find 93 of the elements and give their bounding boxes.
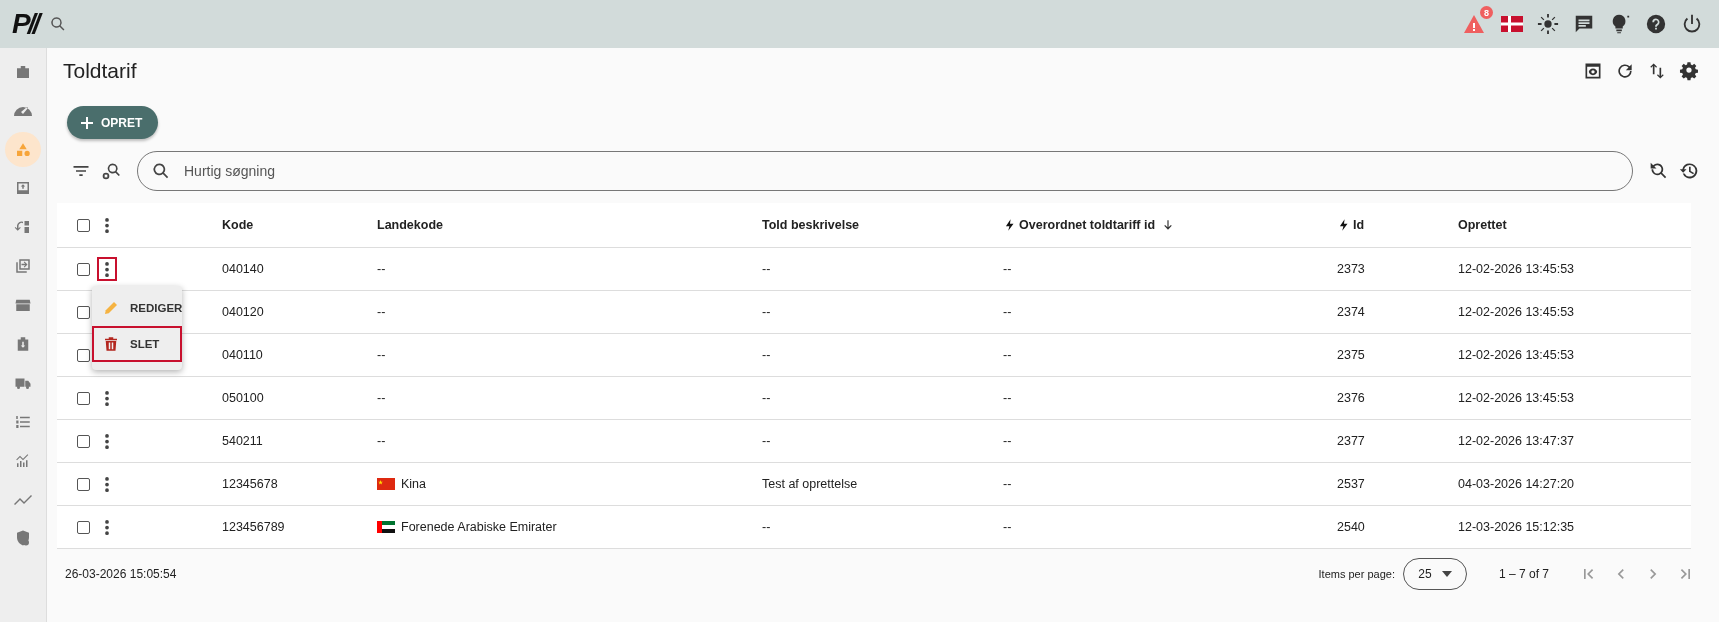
more-icon — [105, 476, 109, 492]
table-cell: Forenede Arabiske Emirater — [401, 520, 557, 534]
trash-icon — [102, 335, 120, 353]
table-cell-text: 540211 — [222, 434, 264, 448]
search-icon — [151, 161, 171, 181]
table-cell: -- — [377, 348, 386, 362]
table-cell-text: 12-03-2026 15:12:35 — [1458, 520, 1576, 534]
table-cell-text: -- — [1003, 434, 1013, 448]
history-icon[interactable] — [1679, 161, 1699, 181]
search-refresh-icon[interactable] — [1649, 161, 1669, 181]
table-cell-text: 2537 — [1337, 477, 1366, 491]
table-cell-text: 12345678 — [222, 477, 279, 491]
flag-icon[interactable] — [1501, 16, 1523, 32]
pencil-icon — [102, 299, 120, 317]
table-cell-text: -- — [762, 434, 772, 448]
table-cell-text: 04-03-2026 14:27:20 — [1458, 477, 1576, 491]
checkbox[interactable] — [77, 434, 90, 448]
table-cell-text: 2373 — [1337, 262, 1366, 276]
table-cell-text: 2376 — [1337, 391, 1366, 405]
table-cell-text: 2374 — [1337, 305, 1366, 319]
page-range: 1 – 7 of 7 — [1498, 567, 1549, 581]
table-cell-text: 040110 — [222, 348, 264, 362]
menu-item[interactable]: REDIGER — [92, 290, 182, 326]
table-cell: -- — [377, 262, 386, 276]
refresh-icon[interactable] — [1615, 61, 1635, 81]
table-cell-text: -- — [762, 262, 772, 276]
sidebar-icon — [14, 529, 32, 548]
clear-search-icon[interactable] — [101, 161, 121, 181]
flag-icon — [377, 478, 395, 490]
table-cell-text: -- — [1003, 477, 1013, 491]
more-icon — [105, 390, 109, 406]
checkbox[interactable] — [77, 218, 90, 232]
table-cell-text: 12-02-2026 13:45:53 — [1458, 305, 1576, 319]
search-field[interactable]: Hurtig søgning — [137, 151, 1633, 191]
table-cell-text: 2377 — [1337, 434, 1366, 448]
table-cell-text: -- — [762, 391, 772, 405]
plus-icon — [81, 116, 93, 129]
table-cell-text: 12-02-2026 13:45:53 — [1458, 391, 1576, 405]
table-cell-text: 12-02-2026 13:47:37 — [1458, 434, 1576, 448]
sidebar-icon — [14, 257, 32, 276]
more-icon — [105, 433, 109, 449]
table-cell-text: 123456789 — [222, 520, 286, 534]
more-icon — [105, 519, 109, 535]
sun-icon[interactable] — [1537, 13, 1559, 35]
timestamp: 26-03-2026 15:05:54 — [65, 567, 177, 581]
page-title: Toldtarif — [63, 59, 137, 83]
table-cell-text: -- — [762, 305, 772, 319]
items-per-page-label: Items per page: — [1318, 568, 1395, 580]
checkbox[interactable] — [77, 477, 90, 491]
row-menu-button[interactable] — [97, 257, 117, 281]
flag-icon — [377, 521, 395, 533]
table-cell: -- — [377, 434, 386, 448]
sidebar-icon — [14, 494, 32, 506]
table-cell-text: 040140 — [222, 262, 265, 276]
table-cell-text: -- — [1003, 348, 1013, 362]
column-header[interactable]: Told beskrivelse — [762, 218, 860, 232]
menu-item[interactable]: SLET — [92, 326, 182, 362]
table-cell-text: -- — [1003, 391, 1013, 405]
more-icon[interactable] — [105, 217, 109, 233]
power-icon[interactable] — [1681, 13, 1703, 35]
dropdown-caret-icon — [1441, 571, 1452, 577]
table-cell-text: 2540 — [1337, 520, 1366, 534]
table-cell: -- — [377, 391, 386, 405]
table-cell-text: 12-02-2026 13:45:53 — [1458, 348, 1576, 362]
table-cell-text: 040120 — [222, 305, 265, 319]
table-cell: Kina — [401, 477, 427, 491]
column-header[interactable]: Kode — [222, 218, 254, 232]
column-header[interactable]: Overordnet toldtariff id — [1019, 218, 1156, 232]
table-cell-text: Test af oprettelse — [762, 477, 859, 491]
column-header[interactable]: Landekode — [377, 218, 443, 232]
table-cell-text: -- — [762, 520, 772, 534]
column-header[interactable]: Oprettet — [1458, 218, 1507, 232]
table-cell-text: 12-02-2026 13:45:53 — [1458, 262, 1576, 276]
notification-badge: 8 — [1480, 6, 1493, 19]
table-cell: -- — [377, 305, 386, 319]
checkbox[interactable] — [77, 305, 90, 319]
more-icon — [105, 261, 109, 277]
checkbox[interactable] — [77, 348, 90, 362]
create-button[interactable]: OPRET — [67, 106, 159, 139]
checkbox[interactable] — [77, 520, 90, 534]
table-cell-text: 050100 — [222, 391, 265, 405]
table-cell-text: -- — [1003, 305, 1013, 319]
sidebar-icon — [14, 105, 32, 116]
checkbox[interactable] — [77, 262, 90, 276]
table-cell-text: 2375 — [1337, 348, 1366, 362]
help-icon[interactable] — [1645, 13, 1667, 35]
column-header[interactable]: Id — [1353, 218, 1365, 232]
settings-icon[interactable] — [1679, 61, 1699, 81]
table-cell-text: -- — [762, 348, 772, 362]
checkbox[interactable] — [77, 391, 90, 405]
table-cell-text: -- — [1003, 520, 1013, 534]
table-cell-text: -- — [1003, 262, 1013, 276]
eye-window-icon[interactable] — [1583, 61, 1603, 81]
